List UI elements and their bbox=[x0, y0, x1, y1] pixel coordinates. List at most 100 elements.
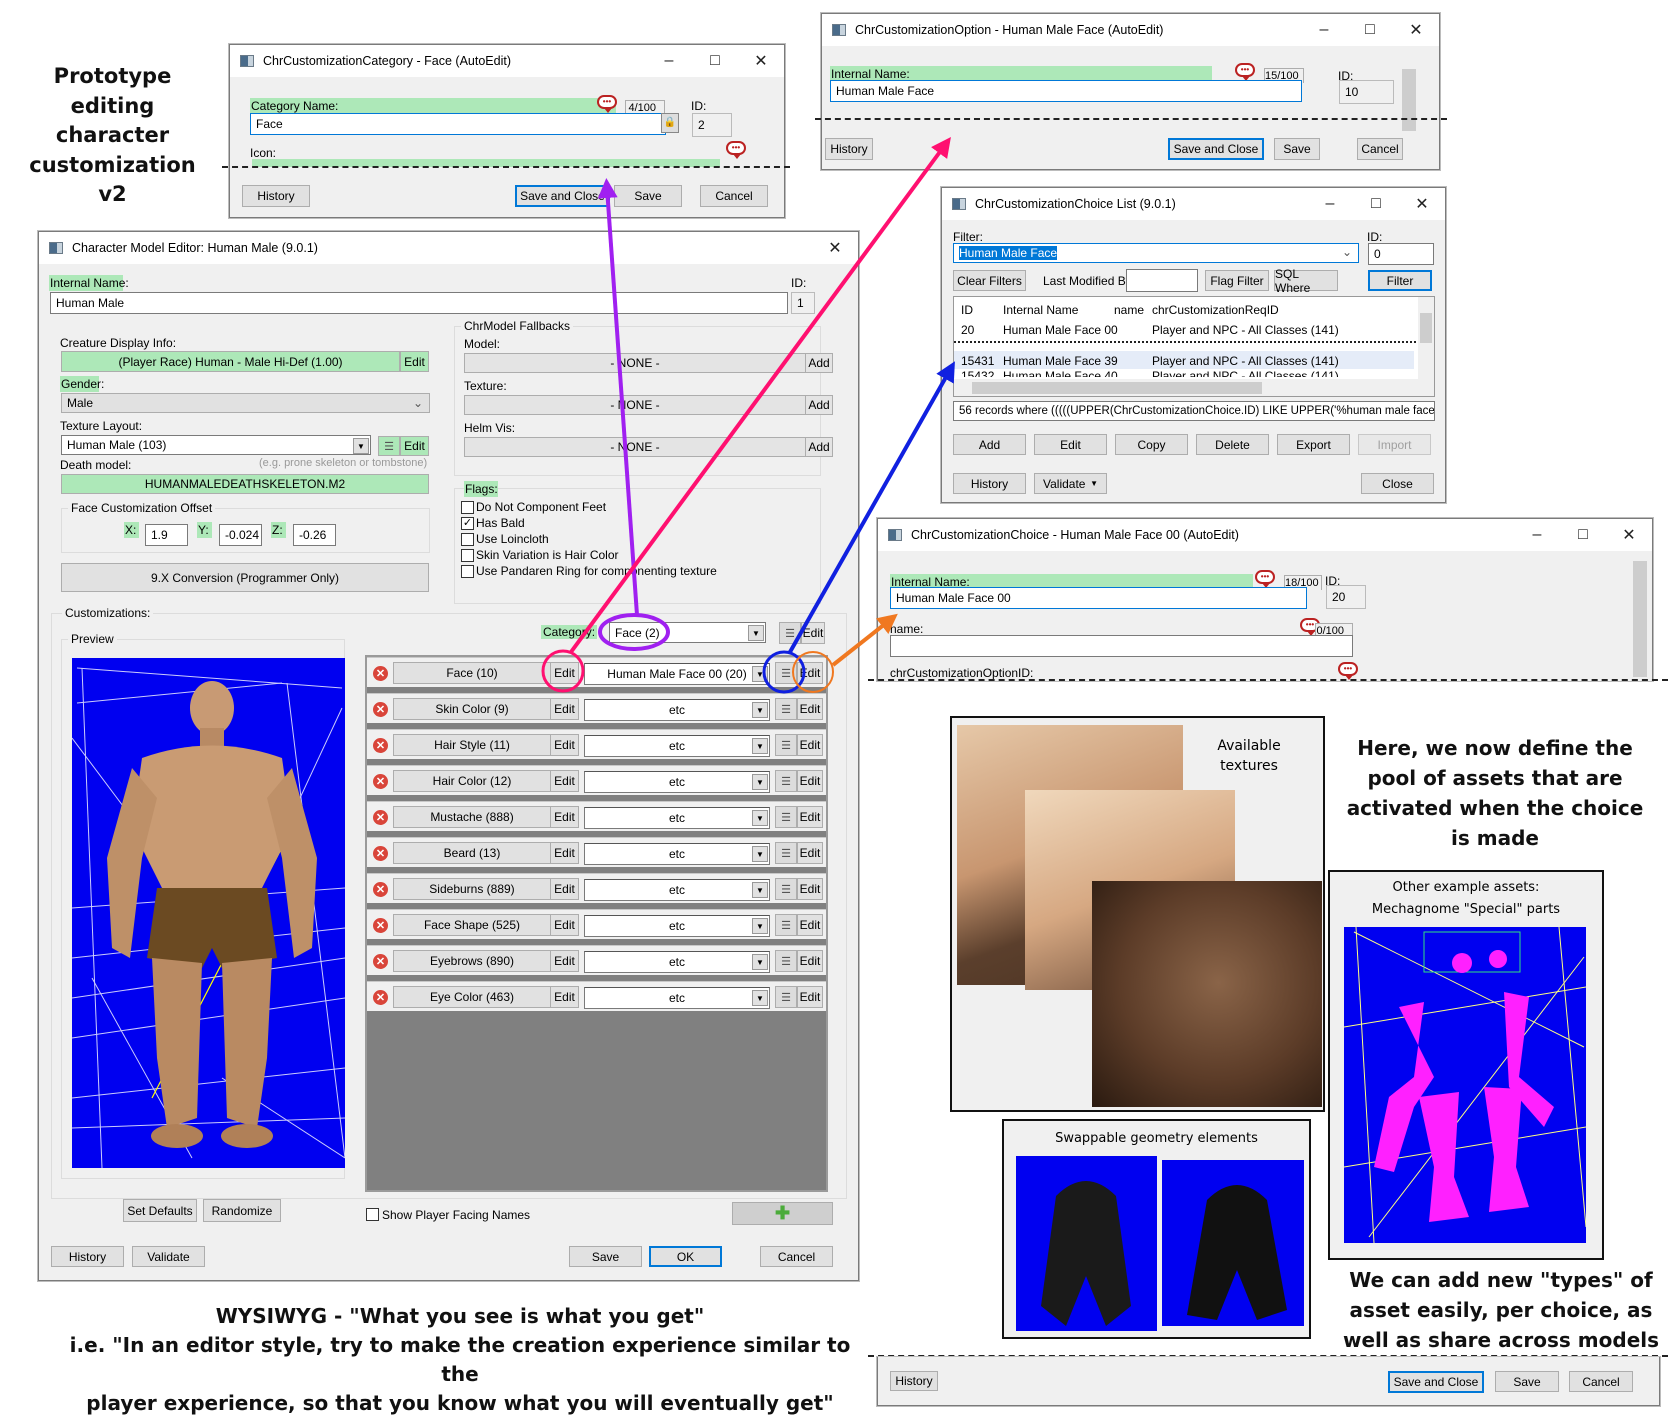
category-edit-button[interactable]: Edit bbox=[801, 622, 825, 644]
choice-list-icon[interactable]: ☰ bbox=[775, 842, 797, 864]
ok-button[interactable]: OK bbox=[649, 1246, 722, 1267]
id-input[interactable]: 0 bbox=[1368, 243, 1434, 265]
name-input[interactable] bbox=[890, 635, 1353, 657]
remove-icon[interactable]: ✕ bbox=[373, 882, 388, 897]
gender-select[interactable]: Male ⌄ bbox=[61, 393, 430, 413]
choice-edit-button[interactable]: Edit bbox=[797, 806, 823, 828]
conversion-button[interactable]: 9.X Conversion (Programmer Only) bbox=[61, 563, 429, 592]
texture-layout-select[interactable]: Human Male (103) ▼ bbox=[61, 435, 371, 455]
edit-button[interactable]: Edit bbox=[1034, 434, 1107, 455]
choice-select[interactable]: etc ▼ bbox=[584, 915, 770, 937]
scrollbar[interactable] bbox=[1402, 69, 1416, 131]
internal-name-input[interactable]: Human Male Face 00 bbox=[890, 587, 1307, 609]
checkbox[interactable] bbox=[461, 565, 474, 578]
offset-z-input[interactable]: -0.26 bbox=[293, 524, 336, 546]
maximize-button[interactable]: □ bbox=[692, 45, 738, 77]
comment-icon[interactable]: ••• bbox=[597, 95, 617, 113]
customization-option-button[interactable]: Eye Color (463) bbox=[393, 986, 551, 1008]
maximize-button[interactable]: □ bbox=[1347, 14, 1393, 46]
validate-button[interactable]: Validate ▼ bbox=[1034, 473, 1107, 494]
copy-button[interactable]: Copy bbox=[1115, 434, 1188, 455]
table-row[interactable]: 15432 Human Male Face 40 Player and NPC … bbox=[954, 369, 1414, 377]
option-edit-button[interactable]: Edit bbox=[550, 770, 579, 792]
remove-icon[interactable]: ✕ bbox=[373, 954, 388, 969]
close-button[interactable]: ✕ bbox=[738, 45, 784, 77]
comment-icon[interactable]: ••• bbox=[726, 141, 746, 159]
history-button[interactable]: History bbox=[242, 185, 310, 207]
set-defaults-button[interactable]: Set Defaults bbox=[123, 1199, 197, 1222]
close-button[interactable]: ✕ bbox=[1399, 188, 1445, 220]
customization-option-button[interactable]: Skin Color (9) bbox=[393, 698, 551, 720]
remove-icon[interactable]: ✕ bbox=[373, 738, 388, 753]
option-edit-button[interactable]: Edit bbox=[550, 842, 579, 864]
minimize-button[interactable]: – bbox=[1301, 14, 1347, 46]
add-customization-button[interactable]: ✚ bbox=[732, 1202, 833, 1225]
table-row[interactable]: 15431 Human Male Face 39 Player and NPC … bbox=[954, 351, 1414, 369]
checkbox[interactable] bbox=[366, 1208, 379, 1221]
choice-select[interactable]: etc ▼ bbox=[584, 879, 770, 901]
choice-list-icon[interactable]: ☰ bbox=[775, 950, 797, 972]
fallback-texture-add-button[interactable]: Add bbox=[805, 395, 833, 415]
choice-edit-button[interactable]: Edit bbox=[797, 986, 823, 1008]
maximize-button[interactable]: □ bbox=[1353, 188, 1399, 220]
choice-list-icon[interactable]: ☰ bbox=[775, 878, 797, 900]
fallback-helm-add-button[interactable]: Add bbox=[805, 437, 833, 457]
choice-select[interactable]: etc ▼ bbox=[584, 843, 770, 865]
remove-icon[interactable]: ✕ bbox=[373, 846, 388, 861]
choice-list-icon[interactable]: ☰ bbox=[775, 806, 797, 828]
death-model-field[interactable]: HUMANMALEDEATHSKELETON.M2 bbox=[61, 474, 429, 494]
choice-select[interactable]: etc ▼ bbox=[584, 951, 770, 973]
history-button[interactable]: History bbox=[825, 138, 873, 160]
flag-filter-button[interactable]: Flag Filter bbox=[1205, 270, 1269, 291]
choice-edit-button[interactable]: Edit bbox=[797, 734, 823, 756]
save-button[interactable]: Save bbox=[614, 185, 682, 207]
option-edit-button[interactable]: Edit bbox=[550, 914, 579, 936]
column-header-req-id[interactable]: chrCustomizationReqID bbox=[1152, 303, 1279, 317]
texture-layout-edit-button[interactable]: Edit bbox=[400, 436, 429, 456]
category-select[interactable]: Face (2) ▼ bbox=[609, 622, 766, 643]
close-button[interactable]: ✕ bbox=[1393, 14, 1439, 46]
choice-list-icon[interactable]: ☰ bbox=[775, 698, 797, 720]
customization-option-button[interactable]: Sideburns (889) bbox=[393, 878, 551, 900]
choice-list-icon[interactable]: ☰ bbox=[775, 734, 797, 756]
option-edit-button[interactable]: Edit bbox=[550, 698, 579, 720]
cancel-button[interactable]: Cancel bbox=[1569, 1371, 1633, 1392]
remove-icon[interactable]: ✕ bbox=[373, 990, 388, 1005]
option-edit-button[interactable]: Edit bbox=[550, 878, 579, 900]
option-edit-button[interactable]: Edit bbox=[550, 734, 579, 756]
choice-list-icon[interactable]: ☰ bbox=[775, 914, 797, 936]
history-button[interactable]: History bbox=[953, 473, 1026, 494]
choice-edit-button[interactable]: Edit bbox=[797, 770, 823, 792]
offset-x-input[interactable]: 1.9 bbox=[145, 524, 188, 546]
customization-option-button[interactable]: Hair Color (12) bbox=[393, 770, 551, 792]
cancel-button[interactable]: Cancel bbox=[1357, 138, 1403, 160]
column-header-internal-name[interactable]: Internal Name bbox=[1003, 303, 1078, 317]
list-icon[interactable]: ☰ bbox=[378, 436, 400, 456]
option-edit-button[interactable]: Edit bbox=[550, 806, 579, 828]
column-header-id[interactable]: ID bbox=[961, 303, 973, 317]
choice-select[interactable]: etc ▼ bbox=[584, 771, 770, 793]
last-modified-input[interactable] bbox=[1126, 269, 1198, 292]
horizontal-scrollbar[interactable] bbox=[954, 379, 1434, 396]
checkbox[interactable] bbox=[461, 549, 474, 562]
comment-icon[interactable]: ••• bbox=[1235, 63, 1255, 81]
fallback-model-add-button[interactable]: Add bbox=[805, 353, 833, 373]
option-edit-button[interactable]: Edit bbox=[550, 950, 579, 972]
remove-icon[interactable]: ✕ bbox=[373, 774, 388, 789]
creature-display-edit-button[interactable]: Edit bbox=[400, 351, 429, 372]
customization-option-button[interactable]: Face (10) bbox=[393, 662, 551, 684]
sql-where-button[interactable]: SQL Where bbox=[1274, 267, 1338, 295]
maximize-button[interactable]: □ bbox=[1560, 519, 1606, 551]
column-header-name[interactable]: name bbox=[1114, 303, 1144, 317]
choice-edit-button[interactable]: Edit bbox=[797, 698, 823, 720]
cancel-button[interactable]: Cancel bbox=[700, 185, 768, 207]
choice-select[interactable]: etc ▼ bbox=[584, 987, 770, 1009]
clear-filters-button[interactable]: Clear Filters bbox=[953, 270, 1026, 291]
choice-list-icon[interactable]: ☰ bbox=[775, 770, 797, 792]
choice-edit-button[interactable]: Edit bbox=[797, 878, 823, 900]
chevron-down-icon[interactable]: ⌄ bbox=[1342, 245, 1352, 259]
customization-option-button[interactable]: Hair Style (11) bbox=[393, 734, 551, 756]
minimize-button[interactable]: – bbox=[1514, 519, 1560, 551]
choice-edit-button[interactable]: Edit bbox=[797, 914, 823, 936]
checkbox[interactable] bbox=[461, 501, 474, 514]
